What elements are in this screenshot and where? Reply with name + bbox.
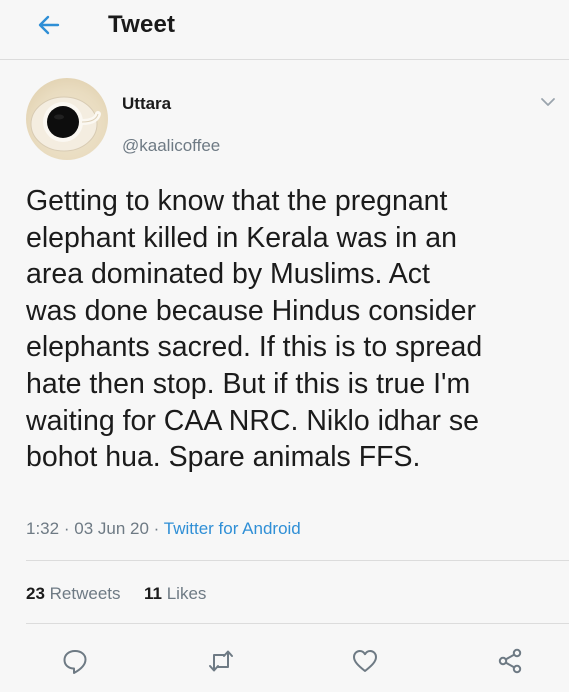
page-title: Tweet [108, 11, 176, 38]
tweet-time: 1:32 [26, 519, 60, 538]
author-handle[interactable]: @kaalicoffee [122, 136, 220, 156]
meta-separator: · [153, 519, 160, 538]
top-bar: Tweet [0, 0, 569, 54]
coffee-cup-icon [30, 96, 101, 152]
likes-stat[interactable]: 11 Likes [144, 584, 206, 603]
tweet-stats: 23 Retweets 11 Likes [26, 584, 206, 604]
meta-divider [26, 560, 569, 561]
retweet-icon[interactable] [206, 646, 236, 676]
share-icon[interactable] [495, 646, 525, 676]
retweets-count: 23 [26, 584, 45, 603]
header-divider [0, 59, 569, 60]
tweet-text: Getting to know that the pregnant elepha… [26, 185, 483, 474]
chevron-down-icon[interactable] [540, 95, 556, 107]
reply-bubble-icon[interactable] [60, 646, 90, 676]
tweet-date: 03 Jun 20 [74, 519, 149, 538]
avatar[interactable] [26, 78, 108, 160]
tweet-meta: 1:32 · 03 Jun 20 · Twitter for Android [26, 519, 301, 539]
author-name[interactable]: Uttara [122, 94, 171, 114]
tweet-source-link[interactable]: Twitter for Android [164, 519, 301, 538]
retweets-label: Retweets [49, 584, 121, 603]
heart-icon[interactable] [350, 646, 380, 676]
likes-count: 11 [144, 584, 162, 603]
arrow-left-icon[interactable] [38, 14, 60, 36]
retweets-stat[interactable]: 23 Retweets [26, 584, 125, 603]
meta-separator: · [63, 519, 70, 538]
likes-label: Likes [166, 584, 207, 603]
stats-divider [26, 623, 569, 624]
